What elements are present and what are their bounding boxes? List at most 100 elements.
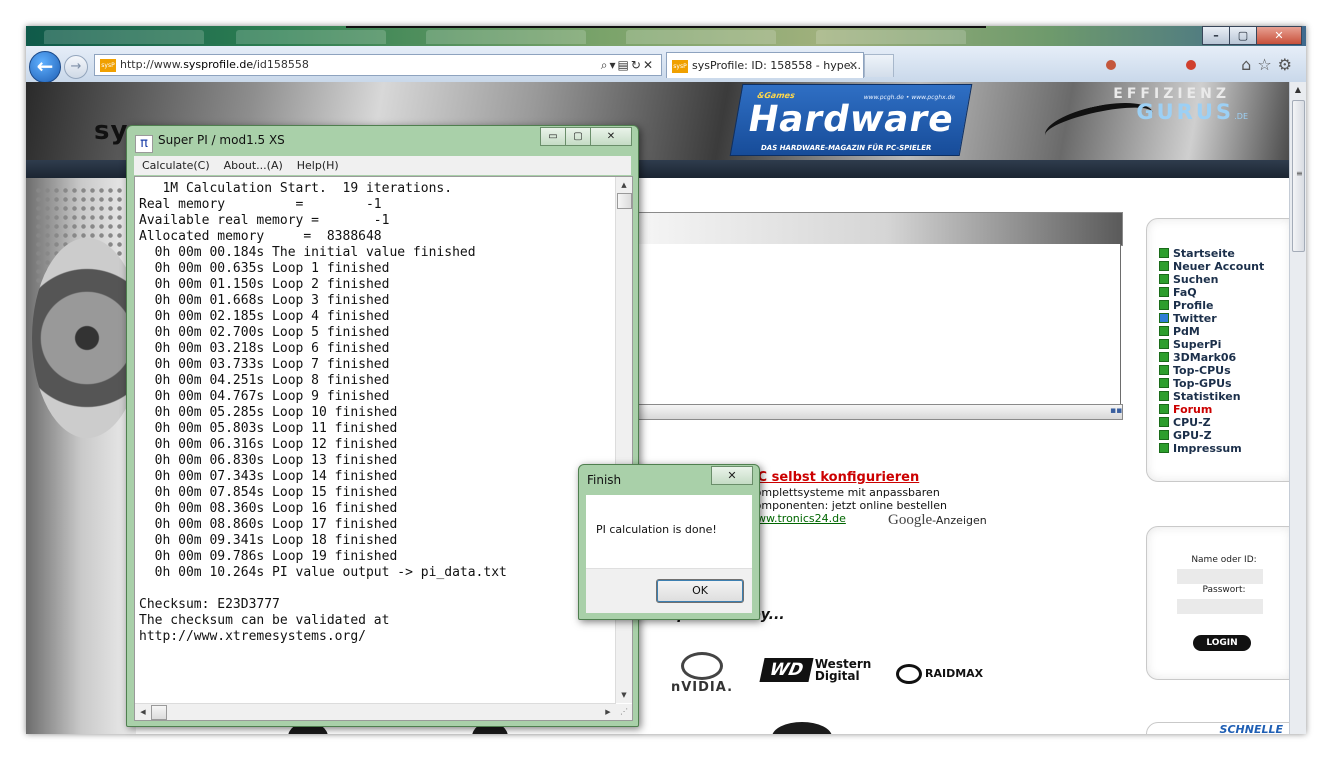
- menu-calculate[interactable]: Calculate(C): [134, 156, 216, 175]
- pcgh-hardware-logo[interactable]: &Games www.pcgh.de • www.pcghx.de Hardwa…: [729, 84, 973, 156]
- raidmax-logo[interactable]: RAIDMAX: [896, 664, 983, 684]
- back-button[interactable]: ←: [29, 51, 61, 83]
- menu-item-startseite[interactable]: Startseite: [1159, 247, 1264, 260]
- password-input[interactable]: [1177, 599, 1263, 614]
- superpi-close-button[interactable]: ✕: [590, 127, 632, 146]
- background-tab[interactable]: [426, 30, 586, 44]
- western-digital-logo[interactable]: WD Western Digital: [759, 658, 871, 688]
- new-tab-button[interactable]: [864, 54, 894, 77]
- size-grip-icon[interactable]: ⋰: [616, 704, 632, 720]
- menu-item-profile[interactable]: Profile: [1159, 299, 1264, 312]
- output-horizontal-scrollbar[interactable]: ◀ ▶: [135, 703, 616, 720]
- compat-view-icon[interactable]: ▤: [618, 58, 631, 72]
- menu-item-3dmark06[interactable]: 3DMark06: [1159, 351, 1264, 364]
- login-button[interactable]: LOGIN: [1193, 635, 1251, 651]
- superpi-minimize-button[interactable]: ▭: [540, 127, 566, 146]
- background-tab[interactable]: [236, 30, 386, 44]
- stop-icon[interactable]: ✕: [643, 58, 655, 72]
- log-line: Real memory = -1: [139, 197, 382, 212]
- output-vertical-scrollbar[interactable]: ▲ ▼: [615, 177, 632, 703]
- effizienz-gurus-logo[interactable]: EFFIZIENZ GURUS .DE: [1041, 86, 1254, 154]
- menu-item-cpu-z[interactable]: CPU-Z: [1159, 416, 1264, 429]
- gear-icon[interactable]: ⚙: [1278, 55, 1298, 74]
- search-icon[interactable]: ⌕: [601, 58, 610, 72]
- active-tab[interactable]: sysP sysProfile: ID: 158558 - hype... ✕: [666, 52, 864, 78]
- site-menu-panel: Startseite Neuer Account Suchen FaQ Profile T…: [1146, 218, 1290, 482]
- toolbar-icon[interactable]: [1106, 60, 1116, 70]
- scroll-up-icon[interactable]: ▲: [1290, 82, 1306, 98]
- log-line: 0h 00m 03.733s Loop 7 finished: [139, 357, 390, 372]
- menu-item-suchen[interactable]: Suchen: [1159, 273, 1264, 286]
- username-input[interactable]: [1177, 569, 1263, 584]
- background-tab[interactable]: [816, 30, 966, 44]
- menu-item-label: Impressum: [1173, 442, 1242, 455]
- gurus-text: GURUS: [1136, 100, 1234, 124]
- favorites-star-icon[interactable]: ☆: [1257, 55, 1277, 74]
- menu-about[interactable]: About...(A): [216, 156, 289, 175]
- menu-item-superpi[interactable]: SuperPi: [1159, 338, 1264, 351]
- dropdown-icon[interactable]: ▾: [610, 58, 618, 72]
- background-tab[interactable]: [44, 30, 204, 44]
- arrow-bullet-icon: [1159, 287, 1169, 297]
- menu-item-top-gpus[interactable]: Top-GPUs: [1159, 377, 1264, 390]
- site-favicon-icon: sysP: [100, 58, 116, 72]
- background-tab[interactable]: [626, 30, 776, 44]
- refresh-icon[interactable]: ↻: [631, 58, 643, 72]
- ad-url-link[interactable]: www.tronics24.de: [748, 512, 846, 525]
- horizontal-scroll-thumb[interactable]: [151, 705, 167, 720]
- log-line: 0h 00m 05.285s Loop 10 finished: [139, 405, 398, 420]
- forward-button[interactable]: →: [64, 55, 88, 79]
- superpi-output-area[interactable]: 1M Calculation Start. 19 iterations. Real…: [134, 176, 633, 721]
- superpi-maximize-button[interactable]: ▢: [565, 127, 591, 146]
- home-icon[interactable]: ⌂: [1241, 55, 1257, 74]
- menu-help[interactable]: Help(H): [289, 156, 345, 175]
- menu-item-impressum[interactable]: Impressum: [1159, 442, 1264, 455]
- menu-item-statistiken[interactable]: Statistiken: [1159, 390, 1264, 403]
- password-label: Passwort:: [1202, 585, 1246, 595]
- ad-title-link[interactable]: PC selbst konfigurieren: [748, 470, 919, 485]
- arrow-bullet-icon: [1159, 313, 1169, 323]
- schnelle-heading: SCHNELLE: [1219, 723, 1283, 734]
- maximize-button[interactable]: ▢: [1229, 26, 1257, 45]
- address-bar[interactable]: sysP http://www.sysprofile.de/id158558 ⌕▾…: [94, 54, 662, 76]
- hardware-logo-subtitle: DAS HARDWARE-MAGAZIN FÜR PC-SPIELER: [760, 144, 932, 152]
- resize-grip-icon[interactable]: ▪▪: [1110, 407, 1122, 417]
- log-line: 0h 00m 08.860s Loop 17 finished: [139, 517, 398, 532]
- content-box-header: [601, 212, 1123, 246]
- ok-button[interactable]: OK: [656, 579, 744, 603]
- menu-item-label: Top-GPUs: [1173, 377, 1232, 390]
- tab-title: sysProfile: ID: 158558 - hype...: [692, 59, 861, 72]
- google-ads-label[interactable]: Google-Anzeigen: [888, 512, 987, 529]
- superpi-title: Super PI / mod1.5 XS: [158, 133, 285, 147]
- scroll-down-icon[interactable]: ▼: [616, 687, 632, 703]
- log-line: 0h 00m 06.830s Loop 13 finished: [139, 453, 398, 468]
- scroll-left-icon[interactable]: ◀: [135, 704, 151, 720]
- tab-close-icon[interactable]: ✕: [849, 53, 858, 78]
- vertical-scroll-thumb[interactable]: [617, 193, 632, 209]
- nvidia-logo[interactable]: nVIDIA.: [670, 652, 734, 700]
- scroll-up-icon[interactable]: ▲: [616, 177, 632, 193]
- finish-close-button[interactable]: ✕: [711, 466, 753, 485]
- scroll-thumb[interactable]: ≡: [1292, 100, 1305, 252]
- close-button[interactable]: ✕: [1256, 26, 1302, 45]
- menu-item-label: CPU-Z: [1173, 416, 1211, 429]
- minimize-button[interactable]: –: [1202, 26, 1230, 45]
- scroll-right-icon[interactable]: ▶: [600, 704, 616, 720]
- menu-item-neuer-account[interactable]: Neuer Account: [1159, 260, 1264, 273]
- menu-item-forum[interactable]: Forum: [1159, 403, 1264, 416]
- ad-text-line: Komponenten: jetzt online bestellen: [748, 499, 947, 512]
- menu-item-label: Profile: [1173, 299, 1214, 312]
- menu-item-label: SuperPi: [1173, 338, 1222, 351]
- menu-item-gpu-z[interactable]: GPU-Z: [1159, 429, 1264, 442]
- log-line: http://www.xtremesystems.org/: [139, 629, 366, 644]
- menu-item-faq[interactable]: FaQ: [1159, 286, 1264, 299]
- site-logo[interactable]: sy: [94, 116, 128, 146]
- toolbar-icon[interactable]: [1186, 60, 1196, 70]
- log-line: 1M Calculation Start. 19 iterations.: [139, 181, 453, 196]
- menu-item-top-cpus[interactable]: Top-CPUs: [1159, 364, 1264, 377]
- menu-item-pdm[interactable]: PdM: [1159, 325, 1264, 338]
- menu-item-twitter[interactable]: Twitter: [1159, 312, 1264, 325]
- page-scrollbar[interactable]: ▲ ≡: [1289, 82, 1306, 734]
- decorative-art: [26, 178, 142, 734]
